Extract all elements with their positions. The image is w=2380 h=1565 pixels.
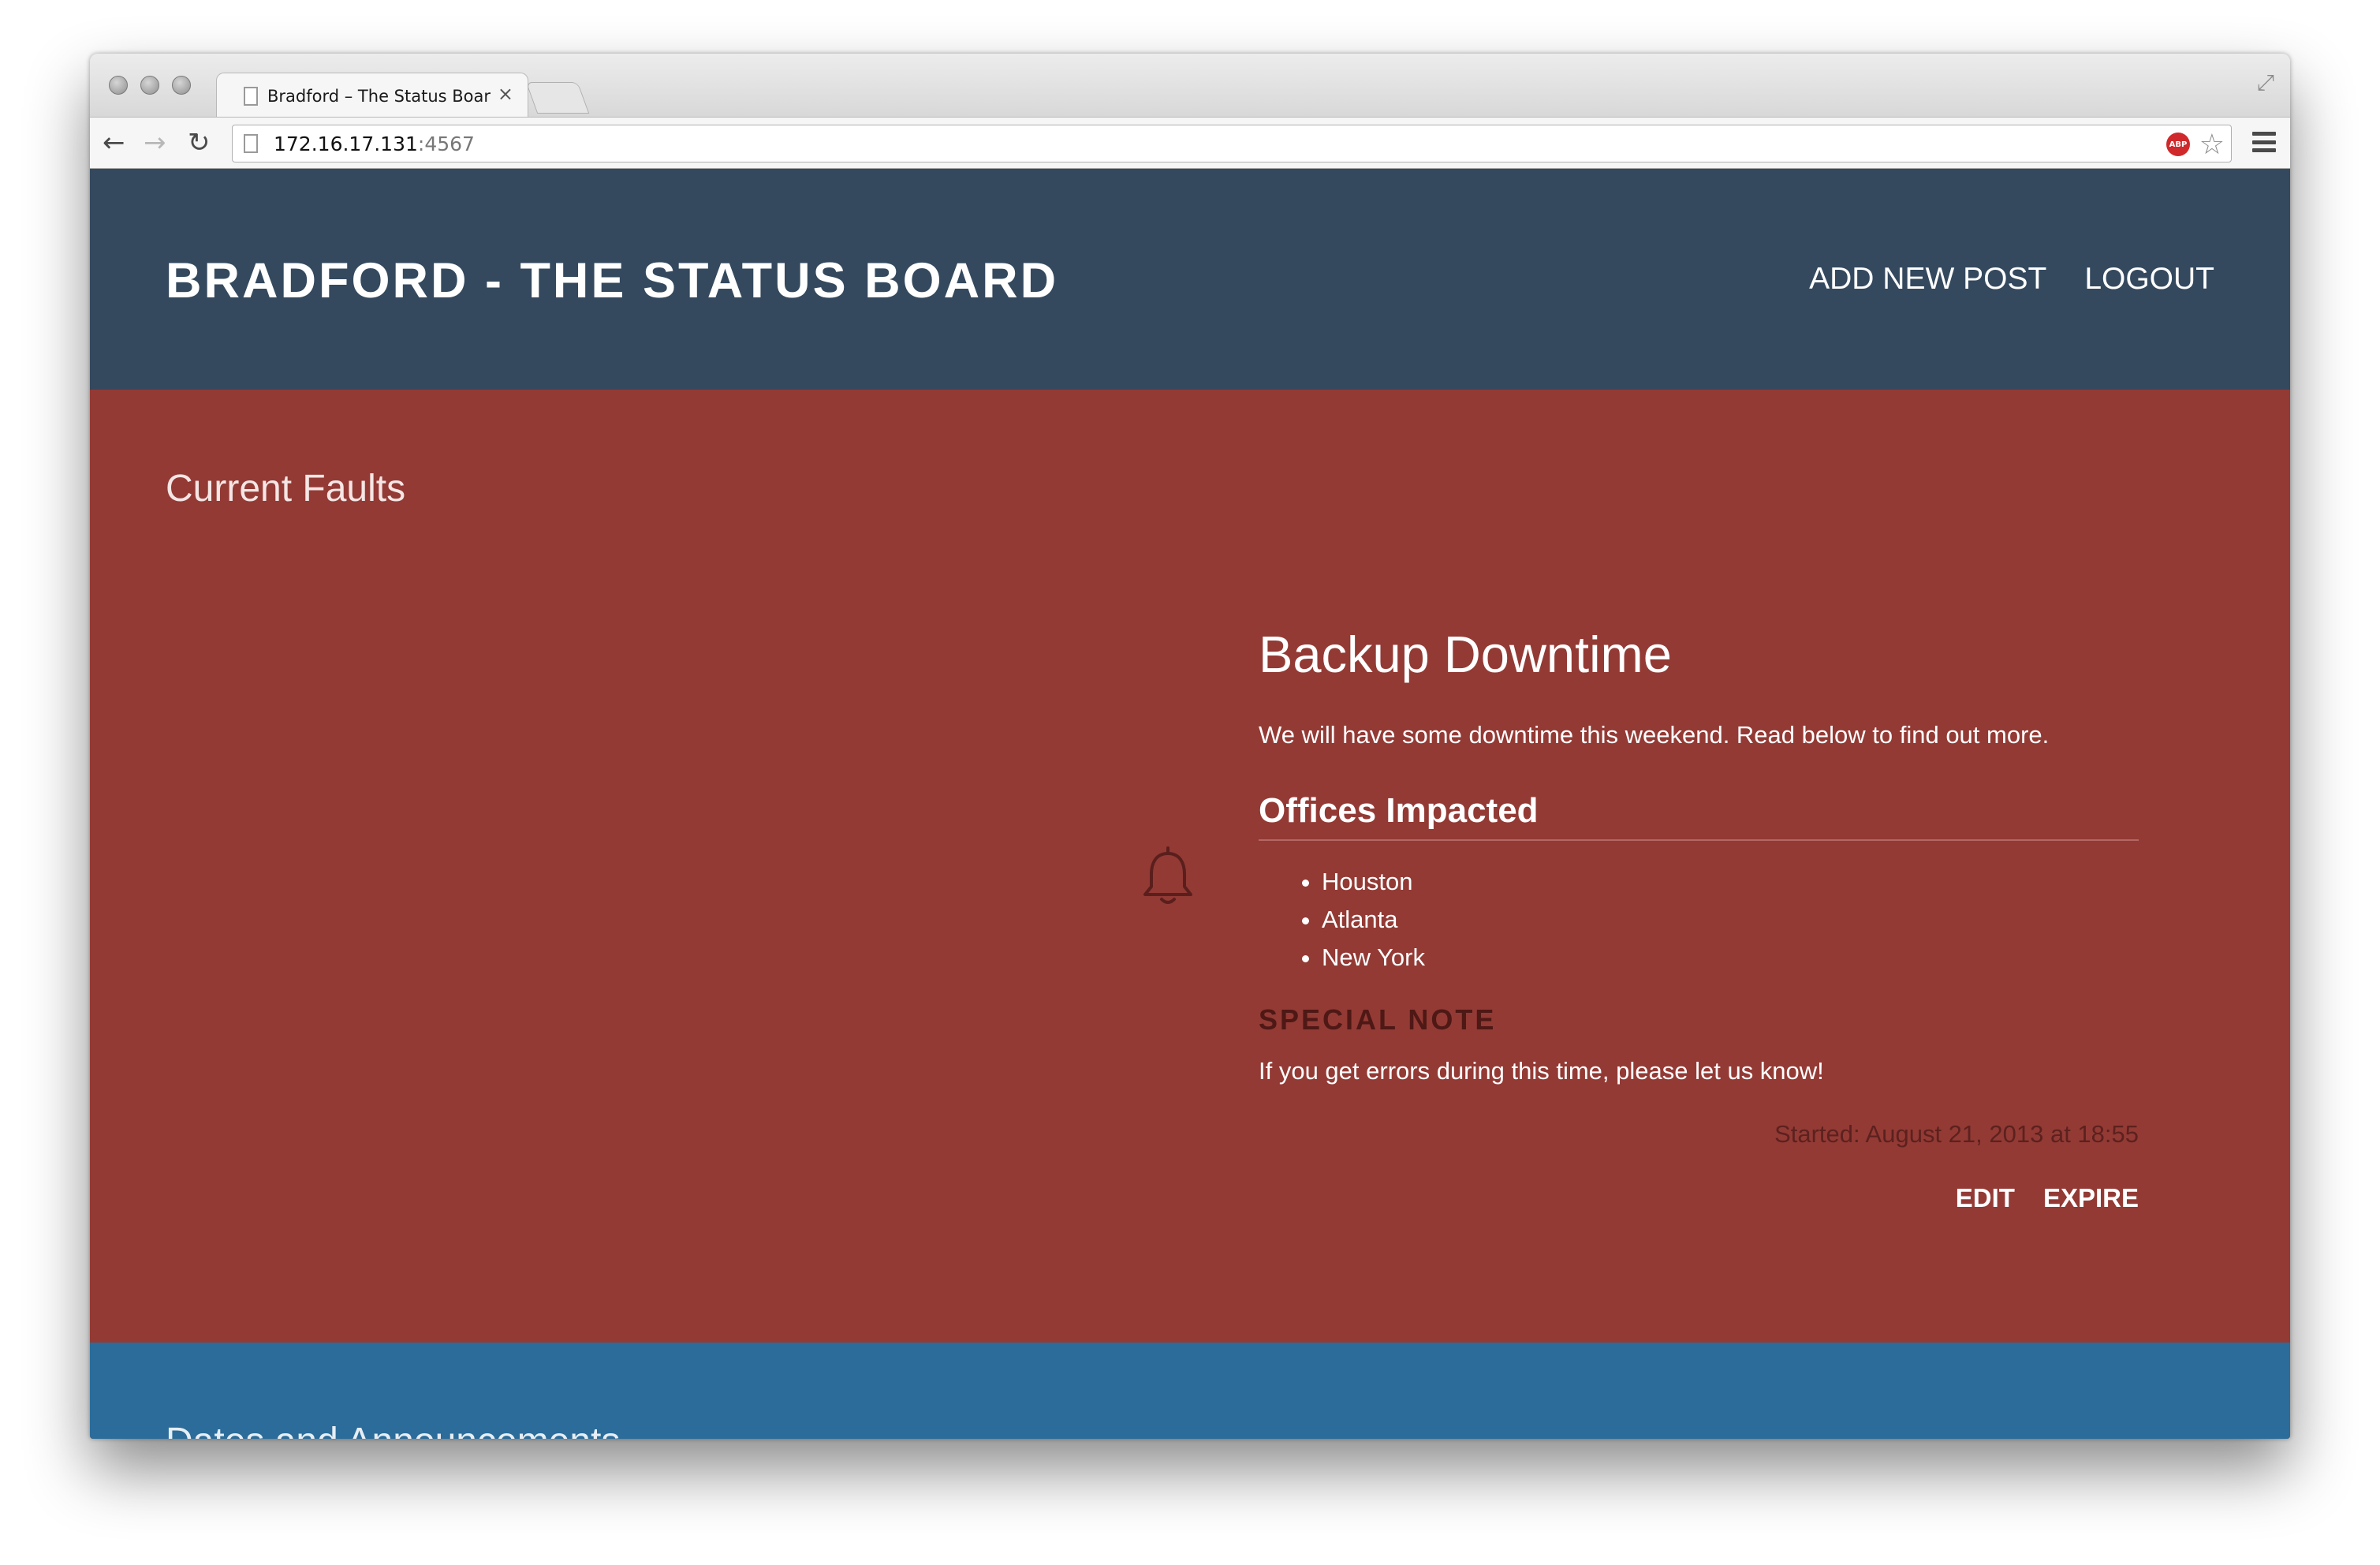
site-title[interactable]: BRADFORD - THE STATUS BOARD [166,252,1058,309]
dates-announcements-section: Dates and Announcements [90,1343,2290,1439]
close-window-button[interactable] [109,76,128,95]
url-port: :4567 [417,132,475,155]
list-item: New York [1322,939,2139,977]
zoom-window-button[interactable] [172,76,191,95]
post-title: Backup Downtime [1259,626,1672,683]
current-faults-section: Current Faults Backup Downtime We will h… [90,390,2290,1343]
list-item: Houston [1322,863,2139,901]
section-heading: Current Faults [166,468,406,510]
site-nav: ADD NEW POST LOGOUT [1809,262,2214,297]
expire-link[interactable]: EXPIRE [2043,1183,2139,1213]
offices-list: Houston Atlanta New York [1259,863,2139,977]
url-host: 172.16.17.131 [274,132,418,155]
tab-bar: Bradford – The Status Boar × ⤢ [90,54,2290,118]
bookmark-star-icon[interactable]: ☆ [2199,129,2225,161]
special-note-text: If you get errors during this time, plea… [1259,1057,1824,1085]
new-tab-button[interactable] [525,82,590,114]
page-icon [244,86,258,106]
fullscreen-icon[interactable]: ⤢ [2257,69,2274,96]
offices-impacted-heading: Offices Impacted [1259,789,2139,841]
browser-window: Bradford – The Status Boar × ⤢ ← → ↻ 172… [90,54,2290,1439]
page-icon [244,134,258,153]
adblock-icon[interactable]: ABP [2166,133,2190,156]
edit-link[interactable]: EDIT [1956,1183,2015,1213]
started-timestamp: Started: August 21, 2013 at 18:55 [1774,1120,2139,1148]
fault-post: Backup Downtime We will have some downti… [1259,623,2139,1213]
special-note-label: SPECIAL NOTE [1259,1003,1497,1036]
post-summary: We will have some downtime this weekend.… [1259,721,2050,749]
section-heading: Dates and Announcements [166,1420,620,1439]
site-header: BRADFORD - THE STATUS BOARD ADD NEW POST… [90,169,2290,390]
list-item: Atlanta [1322,901,2139,939]
logout-link[interactable]: LOGOUT [2084,262,2214,297]
bell-icon [1143,846,1192,904]
back-arrow-icon[interactable]: ← [103,127,125,159]
page-viewport: BRADFORD - THE STATUS BOARD ADD NEW POST… [90,169,2290,1439]
add-new-post-link[interactable]: ADD NEW POST [1809,262,2046,297]
tab-title: Bradford – The Status Boar [267,86,491,106]
address-bar[interactable]: 172.16.17.131:4567 ABP ☆ [232,125,2232,162]
tab-close-icon[interactable]: × [498,83,513,105]
browser-toolbar: ← → ↻ 172.16.17.131:4567 ABP ☆ [90,117,2290,169]
post-actions: EDIT EXPIRE [1259,1183,2139,1213]
browser-tab[interactable]: Bradford – The Status Boar × [216,73,528,118]
reload-icon[interactable]: ↻ [188,127,211,159]
hamburger-menu-icon[interactable] [2252,132,2276,152]
forward-arrow-icon[interactable]: → [144,127,166,159]
minimize-window-button[interactable] [140,76,159,95]
